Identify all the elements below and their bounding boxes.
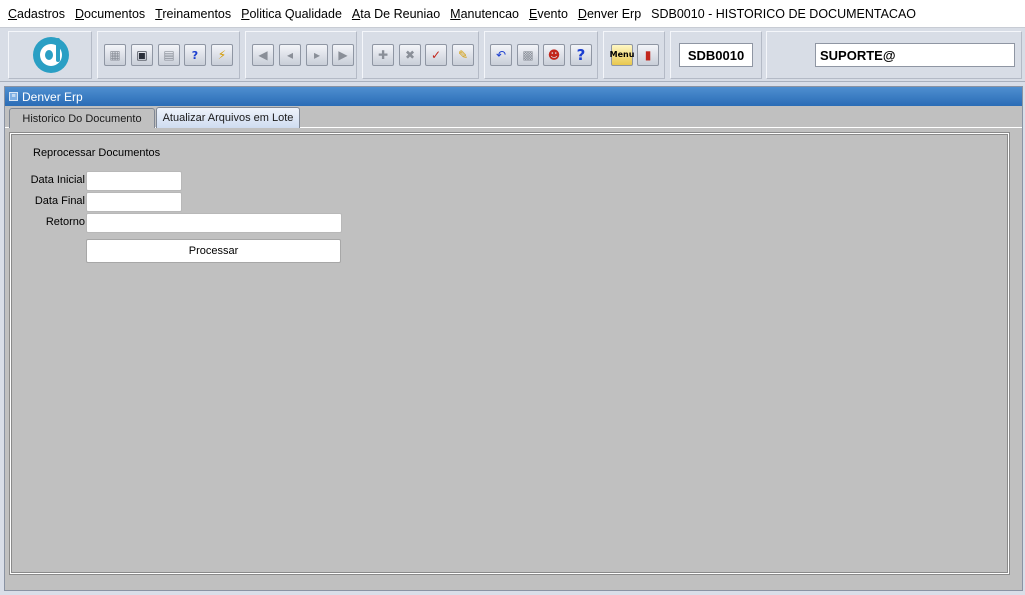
processar-button[interactable]: Processar	[86, 239, 341, 263]
tab-atualizar-arquivos-em-lote[interactable]: Atualizar Arquivos em Lote	[156, 107, 300, 128]
menu-ata-de-reuniao[interactable]: Ata De Reuniao	[352, 7, 440, 21]
toolbar: ▦ ▣ ▤ ? ⚡ ◀ ◂ ▸ ▶ ✚ ✖ ✓ ✎ ↶ ▩ ☻ ? Menu ▮…	[0, 28, 1025, 82]
clear-record-icon[interactable]: ✓	[425, 44, 447, 66]
form-canvas: Reprocessar Documentos Data Inicial Data…	[10, 133, 1009, 574]
app-logo	[33, 37, 69, 73]
data-inicial-field[interactable]	[86, 171, 182, 191]
menu-treinamentos[interactable]: Treinamentos	[155, 7, 231, 21]
delete-record-icon[interactable]: ✖	[399, 44, 421, 66]
last-record-icon[interactable]: ▶	[332, 44, 354, 66]
menu-documentos[interactable]: Documentos	[75, 7, 145, 21]
data-inicial-label: Data Inicial	[30, 174, 85, 186]
tab-strip: Historico Do Documento Atualizar Arquivo…	[5, 106, 1022, 128]
first-record-icon[interactable]: ◀	[252, 44, 274, 66]
exit-icon[interactable]: ▮	[637, 44, 659, 66]
menu-icon[interactable]: Menu	[610, 44, 634, 66]
data-final-field[interactable]	[86, 192, 182, 212]
window-icon[interactable]: ▣	[131, 44, 153, 66]
user-field: SUPORTE@	[815, 43, 1015, 67]
help-icon[interactable]: ?	[570, 44, 592, 66]
screen-title: SDB0010 - HISTORICO DE DOCUMENTACAO	[651, 6, 917, 21]
retorno-field[interactable]	[86, 213, 342, 233]
save-icon[interactable]: ▦	[104, 44, 126, 66]
tab-content: Reprocessar Documentos Data Inicial Data…	[9, 132, 1010, 575]
previous-record-icon[interactable]: ◂	[279, 44, 301, 66]
denver-erp-window: ≡ Denver Erp Historico Do Documento Atua…	[4, 86, 1023, 591]
window-title-bar: ≡ Denver Erp	[5, 87, 1022, 106]
menu-denver-erp[interactable]: Denver Erp	[578, 7, 641, 21]
retorno-label: Retorno	[45, 216, 85, 228]
toolbar-logo-group	[8, 31, 92, 79]
print-icon[interactable]: ▤	[158, 44, 180, 66]
section-title: Reprocessar Documentos	[33, 147, 161, 159]
next-record-icon[interactable]: ▸	[306, 44, 328, 66]
execute-query-icon[interactable]: ⚡	[211, 44, 233, 66]
window-title: Denver Erp	[22, 89, 83, 104]
query-icon[interactable]: ?	[184, 44, 206, 66]
edit-icon[interactable]: ✎	[452, 44, 474, 66]
menu-bar: Cadastros Documentos Treinamentos Politi…	[0, 0, 1025, 28]
menu-cadastros[interactable]: Cadastros	[8, 7, 65, 21]
menu-politica-qualidade[interactable]: Politica Qualidade	[241, 7, 342, 21]
menu-evento[interactable]: Evento	[529, 7, 568, 21]
undo-icon[interactable]: ↶	[490, 44, 512, 66]
users-icon[interactable]: ☻	[543, 44, 565, 66]
data-final-label: Data Final	[34, 195, 85, 207]
window-icon[interactable]: ≡	[9, 92, 18, 101]
tab-historico-do-documento[interactable]: Historico Do Documento	[9, 108, 155, 128]
clipboard-icon[interactable]: ▩	[517, 44, 539, 66]
menu-manutencao[interactable]: Manutencao	[450, 7, 519, 21]
program-code-field: SDB0010	[679, 43, 753, 67]
insert-record-icon[interactable]: ✚	[372, 44, 394, 66]
